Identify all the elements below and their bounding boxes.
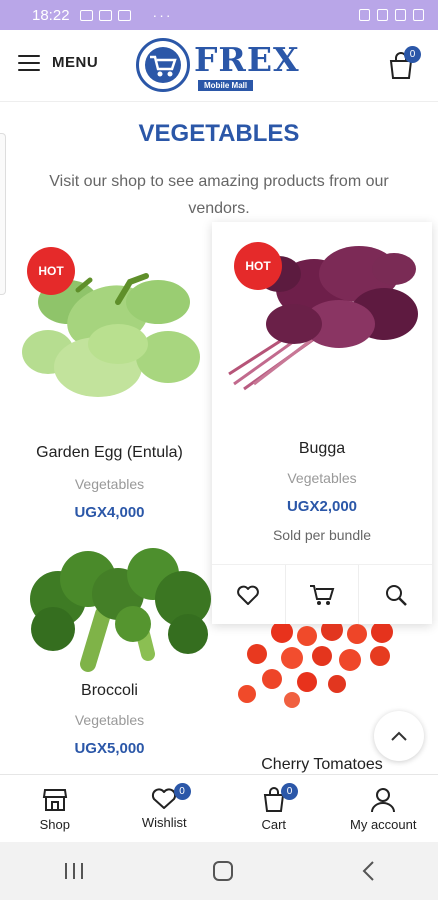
- page-description: Visit our shop to see amazing products f…: [49, 173, 389, 217]
- product-unit-note: Sold per bundle: [272, 527, 372, 543]
- quick-view-button[interactable]: [359, 565, 432, 624]
- logo-text: FREX: [194, 40, 300, 79]
- product-image-cherry-tomatoes[interactable]: [232, 624, 422, 710]
- add-to-cart-button[interactable]: [286, 565, 360, 624]
- product-image-broccoli[interactable]: [18, 544, 214, 674]
- menu-button[interactable]: MENU: [18, 54, 98, 71]
- recent-apps-icon[interactable]: [63, 861, 85, 881]
- hamburger-icon: [18, 54, 40, 71]
- product-card-garden-egg[interactable]: HOT Garden Egg (Entula) Vegetables UGX4,…: [0, 222, 219, 542]
- chevron-up-icon: [391, 731, 407, 741]
- add-to-wishlist-button[interactable]: [212, 565, 286, 624]
- nav-shop[interactable]: Shop: [0, 775, 110, 842]
- site-header: MENU FREX Mobile Mall 0: [0, 30, 438, 102]
- header-cart-button[interactable]: 0: [388, 46, 421, 82]
- cart-icon: [310, 584, 335, 605]
- product-actions: [212, 564, 432, 624]
- logo-subtitle: Mobile Mall: [198, 80, 254, 91]
- nav-my-account[interactable]: My account: [329, 775, 438, 842]
- heart-icon: [237, 585, 260, 605]
- home-icon[interactable]: [212, 860, 234, 882]
- product-card-bugga[interactable]: HOT Bugga Vegetables UGX2,000 Sold per b…: [212, 222, 432, 624]
- product-name[interactable]: Bugga: [212, 440, 432, 458]
- page-title: VEGETABLES: [138, 120, 300, 147]
- cart-count-badge: 0: [404, 46, 421, 63]
- product-name[interactable]: Garden Egg (Entula): [0, 444, 219, 462]
- nav-label: Wishlist: [141, 815, 187, 830]
- wishlist-count-badge: 0: [173, 783, 191, 800]
- status-notification-icons: [79, 9, 131, 21]
- search-icon: [385, 584, 407, 606]
- site-logo[interactable]: FREX Mobile Mall: [136, 38, 306, 94]
- status-bar: 18:22 ···: [0, 0, 438, 30]
- user-icon: [371, 788, 396, 813]
- product-name[interactable]: Broccoli: [0, 682, 219, 700]
- product-category[interactable]: Vegetables: [0, 712, 219, 728]
- bottom-navigation: Shop 0 Wishlist 0 Cart My account: [0, 774, 438, 842]
- product-price: UGX5,000: [74, 740, 145, 757]
- scroll-to-top-button[interactable]: [374, 711, 424, 761]
- product-card-broccoli[interactable]: Broccoli Vegetables UGX5,000: [0, 540, 219, 770]
- product-price: UGX2,000: [286, 498, 358, 515]
- logo-emblem: [136, 38, 190, 92]
- status-system-icons: [359, 9, 424, 21]
- store-icon: [42, 789, 67, 811]
- nav-label: Cart: [261, 817, 287, 832]
- back-icon[interactable]: [361, 860, 375, 882]
- cart-count-badge: 0: [281, 783, 298, 800]
- status-more-dots: ···: [152, 7, 173, 23]
- product-price: UGX4,000: [74, 504, 145, 521]
- nav-wishlist[interactable]: 0 Wishlist: [110, 775, 220, 842]
- nav-label: Shop: [39, 817, 70, 832]
- menu-label: MENU: [52, 54, 99, 71]
- hot-badge: HOT: [234, 242, 282, 290]
- hot-badge: HOT: [27, 247, 75, 295]
- nav-cart[interactable]: 0 Cart: [219, 775, 329, 842]
- nav-label: My account: [350, 817, 417, 832]
- system-navigation-bar: [0, 842, 438, 900]
- product-category[interactable]: Vegetables: [212, 470, 432, 486]
- product-category[interactable]: Vegetables: [0, 476, 219, 492]
- status-time: 18:22: [32, 6, 70, 24]
